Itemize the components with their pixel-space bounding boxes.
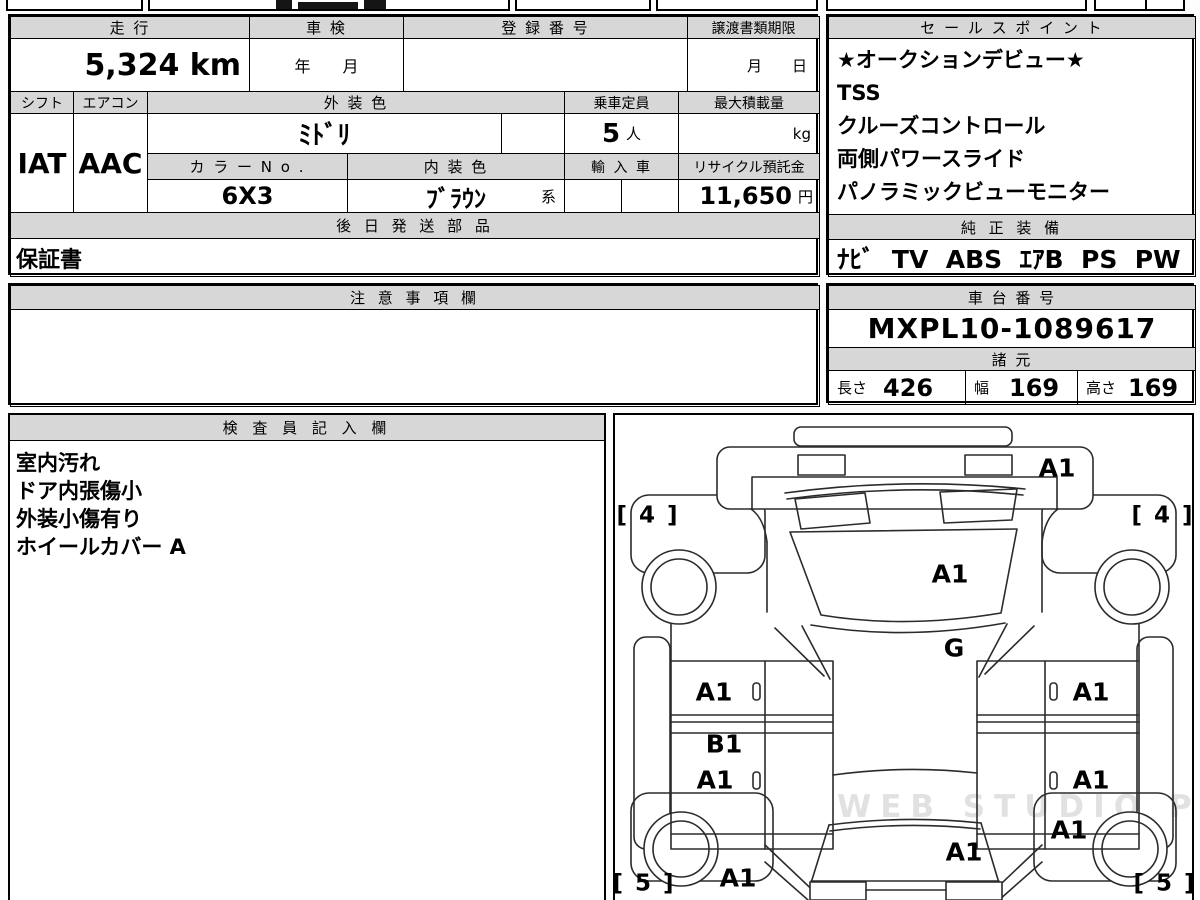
sales-points-header: セ ー ル ス ポ イ ン ト (828, 16, 1196, 39)
width-label: 幅 (974, 379, 990, 397)
recycle-deposit-amount: 11,650 (699, 182, 792, 210)
inspector-notes-box: 検 査 員 記 入 欄 室内汚れ ドア内張傷小 外装小傷有り ホイールカバー A (8, 413, 606, 900)
text-fragment (276, 0, 292, 9)
damage-marker: B1 (705, 729, 743, 759)
sales-points-list: ★オークションデビュー★ TSS クルーズコントロール 両側パワースライド パノ… (828, 38, 1196, 215)
exterior-color-value: ﾐﾄﾞﾘ (147, 113, 502, 154)
genuine-equipment-value: ﾅﾋﾞ TV ABS ｴｱB PS PW (828, 239, 1196, 277)
chassis-panel: 車 台 番 号 MXPL10-1089617 諸 元 長さ 426 幅 169 … (826, 283, 1196, 405)
mileage-value: 5,324 km (10, 38, 250, 92)
spec-dims-header: 諸 元 (828, 347, 1196, 371)
sales-point: TSS (837, 81, 881, 105)
inspector-note: ドア内張傷小 (16, 479, 142, 503)
width-value: 169 (1009, 373, 1060, 402)
damage-marker: A1 (945, 837, 983, 867)
import-cell-1 (564, 179, 622, 213)
recycle-deposit-header: リサイクル預託金 (678, 153, 820, 180)
recycle-deposit-unit: 円 (797, 187, 813, 206)
genuine-equipment-header: 純 正 装 備 (828, 214, 1196, 240)
capacity-number: 5 (601, 118, 621, 149)
inspection-value: 年 月 (249, 38, 404, 92)
damage-marker: A1 (1072, 765, 1110, 795)
damage-marker: A1 (695, 677, 733, 707)
sales-points-panel: セ ー ル ス ポ イ ン ト ★オークションデビュー★ TSS クルーズコント… (826, 14, 1196, 277)
interior-color-name: ﾌﾞﾗｳﾝ (426, 184, 486, 213)
inspector-notes-header: 検 査 員 記 入 欄 (10, 415, 604, 441)
sales-point: ★オークションデビュー★ (837, 48, 1085, 72)
interior-color-header: 内 装 色 (347, 153, 565, 180)
text-fragment (364, 0, 386, 9)
inspector-note: 外装小傷有り (16, 507, 142, 531)
wheel-grade-marker: [ 5 ] (1133, 870, 1197, 897)
text-fragment (298, 2, 358, 9)
chassis-header: 車 台 番 号 (828, 285, 1196, 310)
shift-value: IAT (10, 113, 74, 213)
height-cell: 高さ 169 (1077, 370, 1196, 405)
wheel-grade-marker: [ 4 ] (1131, 502, 1195, 529)
aircon-header: エアコン (73, 91, 148, 114)
import-cell-2 (621, 179, 679, 213)
damage-marker: A1 (719, 863, 757, 893)
inspector-note: ホイールカバー A (16, 535, 186, 559)
capacity-unit: 人 (626, 125, 642, 143)
color-no-header: カ ラ ー N o . (147, 153, 348, 180)
capacity-value: 5 人 (564, 113, 679, 154)
max-load-value: kg (678, 113, 820, 154)
notes-section: 注 意 事 項 欄 (8, 283, 820, 407)
recycle-deposit-value: 11,650 円 (678, 179, 820, 213)
damage-marker: A1 (696, 765, 734, 795)
damage-marker: A1 (1072, 677, 1110, 707)
car-top-view-drawing (630, 426, 1177, 900)
registration-value (403, 38, 688, 92)
length-cell: 長さ 426 (828, 370, 966, 405)
height-label: 高さ (1086, 379, 1117, 397)
damage-marker: A1 (1050, 815, 1088, 845)
aircon-value: AAC (73, 113, 148, 213)
width-cell: 幅 169 (965, 370, 1078, 405)
cutoff-cell (826, 0, 1087, 11)
capacity-header: 乗車定員 (564, 91, 679, 114)
deadline-header: 譲渡書類期限 (687, 16, 820, 39)
mileage-header: 走 行 (10, 16, 250, 39)
shift-header: シフト (10, 91, 74, 114)
damage-marker: G (943, 633, 965, 663)
interior-color-value: ﾌﾞﾗｳﾝ 系 (347, 179, 565, 213)
notes-header: 注 意 事 項 欄 (10, 285, 820, 310)
exterior-color-extra-cell (501, 113, 565, 154)
inspector-note: 室内汚れ (16, 451, 100, 475)
cutoff-cell (1094, 0, 1185, 11)
cutoff-cell (656, 0, 818, 11)
cutoff-cell (6, 0, 143, 11)
length-value: 426 (883, 373, 934, 402)
import-header: 輸 入 車 (564, 153, 679, 180)
exterior-color-header: 外 装 色 (147, 91, 565, 114)
damage-marker: A1 (1038, 453, 1076, 483)
height-value: 169 (1128, 373, 1179, 402)
sales-point: クルーズコントロール (837, 114, 1046, 138)
sales-point: パノラミックビューモニター (837, 180, 1110, 204)
later-parts-header: 後 日 発 送 部 品 (10, 212, 820, 239)
inspector-notes-list: 室内汚れ ドア内張傷小 外装小傷有り ホイールカバー A (10, 441, 616, 569)
car-damage-diagram: WEB STUDIO PRO (612, 413, 1200, 900)
wheel-grade-marker: [ 5 ] (612, 870, 676, 897)
max-load-header: 最大積載量 (678, 91, 820, 114)
registration-header: 登 録 番 号 (403, 16, 688, 39)
sales-point: 両側パワースライド (837, 147, 1025, 171)
notes-content (10, 309, 820, 407)
interior-color-suffix: 系 (540, 187, 556, 206)
length-label: 長さ (837, 379, 868, 397)
spec-table: 走 行 車 検 登 録 番 号 譲渡書類期限 5,324 km 年 月 月 日 … (8, 14, 820, 277)
later-parts-value: 保証書 (10, 238, 820, 277)
chassis-value: MXPL10-1089617 (828, 309, 1196, 348)
cutoff-cell (515, 0, 651, 11)
wheel-grade-marker: [ 4 ] (616, 502, 680, 529)
damage-marker: A1 (931, 559, 969, 589)
deadline-value: 月 日 (687, 38, 820, 92)
inspection-header: 車 検 (249, 16, 404, 39)
max-load-unit: kg (792, 124, 811, 143)
color-no-value: 6X3 (147, 179, 348, 213)
